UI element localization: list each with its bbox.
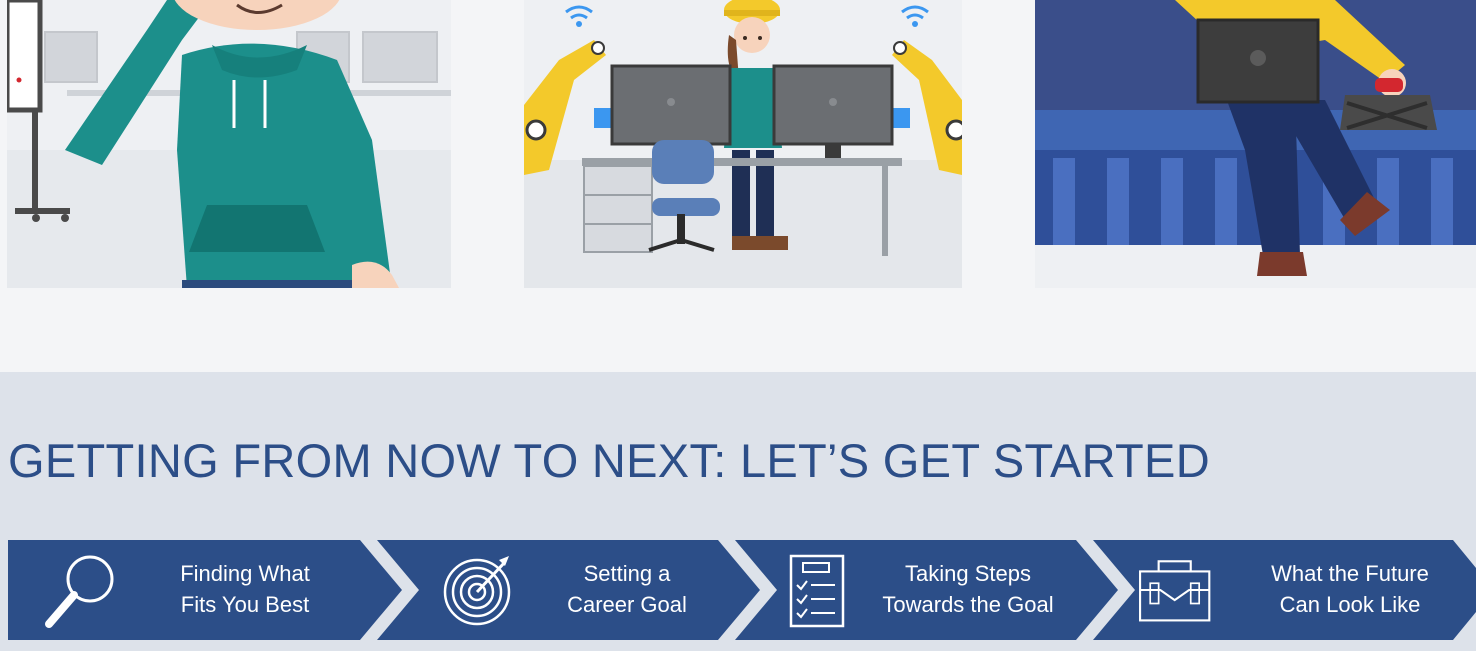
step-label-line2: Career Goal bbox=[567, 592, 687, 617]
step-label-line2: Towards the Goal bbox=[882, 592, 1054, 617]
step-label: Taking Steps Towards the Goal bbox=[853, 540, 1083, 640]
student-in-hoodie-illustration bbox=[7, 0, 451, 288]
magnifying-glass-icon bbox=[45, 555, 114, 628]
step-future[interactable]: What the Future Can Look Like bbox=[1093, 540, 1476, 640]
step-label-line1: Finding What bbox=[180, 561, 310, 587]
step-label-line2: Can Look Like bbox=[1279, 592, 1421, 617]
briefcase-icon bbox=[1139, 560, 1211, 622]
person-with-laptop-illustration bbox=[1035, 0, 1476, 288]
step-label: What the Future Can Look Like bbox=[1241, 540, 1459, 640]
step-taking-steps[interactable]: Taking Steps Towards the Goal bbox=[735, 540, 1118, 640]
step-label: Finding What Fits You Best bbox=[130, 540, 360, 640]
step-label-line1: What the Future bbox=[1271, 561, 1429, 587]
step-finding-what-fits[interactable]: Finding What Fits You Best bbox=[8, 540, 402, 640]
step-label-line1: Taking Steps bbox=[905, 561, 1031, 587]
step-label-line1: Setting a bbox=[583, 561, 671, 587]
illustration-area bbox=[0, 0, 1476, 372]
step-label: Setting a Career Goal bbox=[527, 540, 727, 640]
target-icon bbox=[443, 556, 511, 626]
step-label-line2: Fits You Best bbox=[180, 592, 310, 617]
step-career-goal[interactable]: Setting a Career Goal bbox=[377, 540, 760, 640]
engineer-with-robot-arms-illustration bbox=[524, 0, 962, 288]
steps-bar: Finding What Fits You Best Setting a Caree… bbox=[0, 540, 1476, 640]
section-heading: GETTING FROM NOW TO NEXT: LET’S GET STAR… bbox=[8, 434, 1210, 487]
checklist-icon bbox=[789, 554, 845, 628]
